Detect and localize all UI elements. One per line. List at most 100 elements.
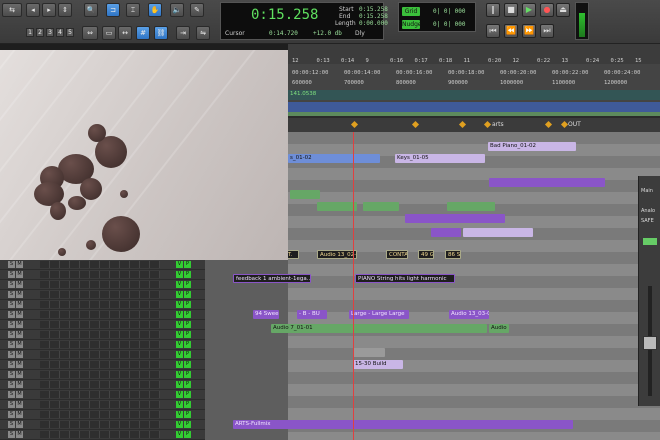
clip-large-1[interactable]: Large - Large: [349, 310, 387, 319]
key-ruler[interactable]: [288, 112, 660, 116]
rewind-icon[interactable]: ⏪: [504, 24, 518, 38]
solo-button[interactable]: S: [8, 391, 15, 398]
solo-button[interactable]: S: [8, 361, 15, 368]
clip-lilac-2[interactable]: [463, 228, 533, 237]
voice-button[interactable]: V: [176, 391, 183, 398]
start-value[interactable]: 0:15.258: [359, 6, 388, 13]
zoom-toggle-button[interactable]: ⇆: [2, 3, 22, 17]
rewind-to-start-icon[interactable]: ⏮: [486, 24, 500, 38]
solo-button[interactable]: S: [8, 311, 15, 318]
mute-button[interactable]: M: [16, 311, 23, 318]
clip-purple-2[interactable]: [405, 214, 505, 223]
playlist-button[interactable]: P: [184, 381, 191, 388]
mute-button[interactable]: M: [16, 371, 23, 378]
track-header-row[interactable]: SM VP: [0, 260, 205, 270]
markers-ruler[interactable]: arts OUT: [288, 118, 660, 132]
zoom-preset-5[interactable]: 5: [66, 28, 74, 37]
marker-icon[interactable]: [411, 120, 420, 129]
clip-arts-fullmix[interactable]: ARTS-Fullmix: [233, 420, 573, 429]
mute-button[interactable]: M: [16, 271, 23, 278]
grabber-tool-icon[interactable]: ✋: [148, 3, 162, 17]
track-header-row[interactable]: SM VP: [0, 330, 205, 340]
track-header-row[interactable]: SM VP: [0, 340, 205, 350]
clip-green-4[interactable]: [447, 202, 495, 211]
tempo-ruler[interactable]: 141.0538: [288, 90, 660, 100]
voice-button[interactable]: V: [176, 271, 183, 278]
fast-forward-icon[interactable]: ⏩: [522, 24, 536, 38]
mute-button[interactable]: M: [16, 401, 23, 408]
zoom-preset-1[interactable]: 1: [26, 28, 34, 37]
clip-49-g[interactable]: 49 G: [418, 250, 434, 259]
clip-audio-13-02[interactable]: Audio 13_02-0: [317, 250, 357, 259]
playlist-button[interactable]: P: [184, 351, 191, 358]
grid-value[interactable]: 0| 0| 000: [433, 8, 466, 15]
solo-button[interactable]: S: [8, 301, 15, 308]
playlist-button[interactable]: P: [184, 281, 191, 288]
marker-icon[interactable]: [458, 120, 467, 129]
playlist-button[interactable]: P: [184, 301, 191, 308]
playhead-line[interactable]: [353, 132, 354, 440]
fader-handle[interactable]: [643, 336, 657, 350]
voice-button[interactable]: V: [176, 301, 183, 308]
solo-button[interactable]: S: [8, 421, 15, 428]
playlist-button[interactable]: P: [184, 271, 191, 278]
clip-b-bu[interactable]: - B - BU: [297, 310, 327, 319]
zoom-out-button[interactable]: ◂: [26, 3, 40, 17]
spot-mode-button[interactable]: ▭: [102, 26, 116, 40]
track-header-row[interactable]: SM VP: [0, 430, 205, 440]
solo-button[interactable]: S: [8, 351, 15, 358]
mirror-midi-button[interactable]: ⇋: [196, 26, 210, 40]
bars-beats-ruler[interactable]: 12 0:13 0:14 9 0:16 0:17 0:18 11 0:20 12 0:22 13 0:2…: [288, 56, 660, 66]
zoom-preset-3[interactable]: 3: [46, 28, 54, 37]
mute-button[interactable]: M: [16, 411, 23, 418]
playlist-button[interactable]: P: [184, 371, 191, 378]
vertical-zoom-button[interactable]: ⇕: [58, 3, 72, 17]
zoomer-tool-icon[interactable]: 🔍: [84, 3, 98, 17]
clip-audio-7[interactable]: Audio 7_01-01: [271, 324, 487, 333]
selector-tool-icon[interactable]: ⌶: [126, 3, 140, 17]
clip-keys-01-02[interactable]: s_01-02: [288, 154, 380, 163]
mute-button[interactable]: M: [16, 391, 23, 398]
nudge-label[interactable]: Nudge: [402, 20, 422, 29]
timeline-rulers[interactable]: 12 0:13 0:14 9 0:16 0:17 0:18 11 0:20 12 0:22 13 0:2…: [288, 58, 660, 116]
nudge-value[interactable]: 0| 0| 000: [433, 21, 466, 28]
mixer-safe[interactable]: SAFE: [641, 218, 654, 224]
voice-button[interactable]: V: [176, 381, 183, 388]
solo-button[interactable]: S: [8, 321, 15, 328]
scrubber-tool-icon[interactable]: 🔈: [170, 3, 184, 17]
marker-icon[interactable]: [544, 120, 553, 129]
clip-86-s[interactable]: 86 S: [445, 250, 461, 259]
solo-button[interactable]: S: [8, 401, 15, 408]
online-icon[interactable]: ⏏: [556, 3, 570, 17]
record-icon[interactable]: ●: [540, 3, 554, 17]
clip-purple-3[interactable]: [431, 228, 461, 237]
track-header-row[interactable]: SM VP: [0, 350, 205, 360]
voice-button[interactable]: V: [176, 311, 183, 318]
clip-audio-13-03[interactable]: Audio 13_03-0: [449, 310, 489, 319]
clip-large-2[interactable]: Large: [387, 310, 409, 319]
solo-button[interactable]: S: [8, 261, 15, 268]
track-header-row[interactable]: SM VP: [0, 360, 205, 370]
samples-ruler[interactable]: 600000 700000 800000 900000 1000000 1100000 12…: [288, 78, 660, 88]
link-button[interactable]: ⛓: [154, 26, 168, 40]
playlist-button[interactable]: P: [184, 421, 191, 428]
track-header-row[interactable]: SM VP: [0, 400, 205, 410]
marker-out[interactable]: OUT: [568, 121, 581, 128]
clip-piano-string[interactable]: PIANO String hits light harmonic: [355, 274, 455, 283]
playlist-button[interactable]: P: [184, 411, 191, 418]
mute-button[interactable]: M: [16, 301, 23, 308]
clip-audio-end[interactable]: Audio: [489, 324, 509, 333]
timecode-ruler[interactable]: 00:00:12:00 00:00:14:00 00:00:16:00 00:00:1…: [288, 68, 660, 78]
voice-button[interactable]: V: [176, 401, 183, 408]
voice-button[interactable]: V: [176, 331, 183, 338]
mute-button[interactable]: M: [16, 351, 23, 358]
voice-button[interactable]: V: [176, 351, 183, 358]
marker-icon[interactable]: [350, 120, 359, 129]
play-icon[interactable]: ▶: [522, 3, 536, 17]
zoom-preset-4[interactable]: 4: [56, 28, 64, 37]
voice-button[interactable]: V: [176, 281, 183, 288]
track-header-row[interactable]: SM VP: [0, 290, 205, 300]
track-header-row[interactable]: SM VP: [0, 280, 205, 290]
track-header-row[interactable]: SM VP: [0, 370, 205, 380]
meter-ruler[interactable]: [288, 102, 660, 112]
